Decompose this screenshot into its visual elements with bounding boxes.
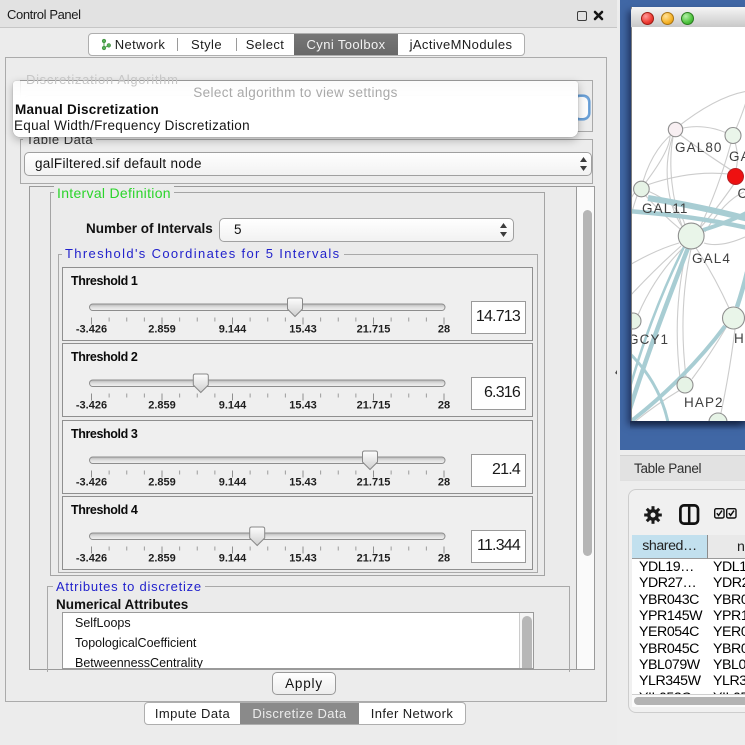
svg-text:28: 28	[438, 400, 450, 412]
svg-text:GAL11: GAL11	[642, 201, 689, 216]
svg-text:-3.426: -3.426	[76, 400, 107, 412]
svg-text:2.859: 2.859	[148, 553, 176, 565]
svg-text:9.144: 9.144	[219, 477, 247, 489]
svg-text:15.43: 15.43	[289, 324, 317, 336]
svg-text:HAP2: HAP2	[684, 395, 724, 410]
svg-text:15.43: 15.43	[289, 400, 317, 412]
svg-text:2.859: 2.859	[148, 477, 176, 489]
svg-text:9.144: 9.144	[219, 400, 247, 412]
svg-text:28: 28	[438, 477, 450, 489]
svg-text:C: C	[738, 186, 745, 201]
svg-text:21.715: 21.715	[357, 477, 391, 489]
svg-text:9.144: 9.144	[219, 324, 247, 336]
svg-text:2.859: 2.859	[148, 324, 176, 336]
svg-text:H: H	[734, 331, 745, 346]
svg-text:9.144: 9.144	[219, 553, 247, 565]
svg-text:GCY1: GCY1	[632, 332, 669, 347]
svg-text:-3.426: -3.426	[76, 477, 107, 489]
svg-text:21.715: 21.715	[357, 553, 391, 565]
svg-text:15.43: 15.43	[289, 477, 317, 489]
svg-text:2.859: 2.859	[148, 400, 176, 412]
svg-text:15.43: 15.43	[289, 553, 317, 565]
svg-text:GAL80: GAL80	[675, 140, 723, 155]
svg-text:GA: GA	[729, 149, 745, 164]
svg-text:-3.426: -3.426	[76, 324, 107, 336]
svg-text:28: 28	[438, 324, 450, 336]
svg-text:21.715: 21.715	[357, 324, 391, 336]
svg-text:28: 28	[438, 553, 450, 565]
svg-text:-3.426: -3.426	[76, 553, 107, 565]
svg-text:GAL4: GAL4	[692, 251, 731, 266]
svg-text:21.715: 21.715	[357, 400, 391, 412]
